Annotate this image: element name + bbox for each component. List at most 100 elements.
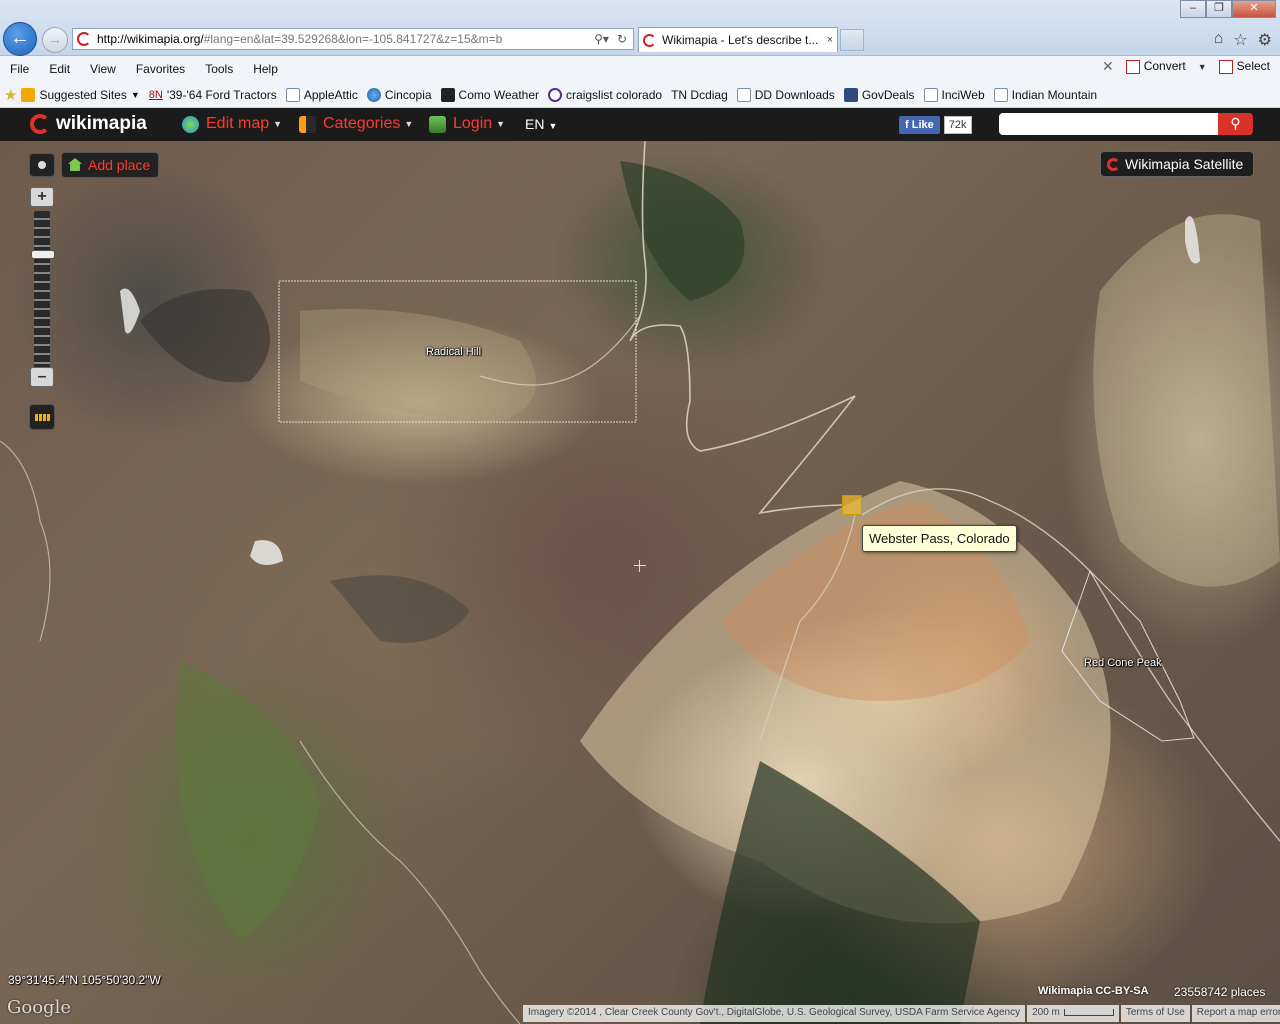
favorites-bar: ★ Suggested Sites ▼ 8N '39-'64 Ford Tracto… bbox=[0, 82, 1280, 108]
wikimapia-header: wikimapia Edit map ▼ Categories ▼ Login ▼ E… bbox=[0, 108, 1280, 141]
login-icon bbox=[429, 115, 446, 133]
restore-button[interactable]: ❐ bbox=[1206, 0, 1232, 18]
terms-of-use-link[interactable]: Terms of Use bbox=[1120, 1005, 1190, 1022]
menu-file[interactable]: File bbox=[0, 62, 39, 76]
fav-label: Suggested Sites bbox=[39, 87, 127, 102]
fav-inciweb[interactable]: InciWeb bbox=[923, 87, 985, 102]
map-overlay bbox=[0, 141, 1280, 1024]
search-button[interactable]: ⚲ bbox=[1218, 113, 1253, 135]
tab-close-icon[interactable]: × bbox=[827, 34, 833, 46]
google-logo[interactable]: Google bbox=[7, 997, 71, 1018]
wikimapia-logo[interactable]: wikimapia bbox=[30, 113, 147, 135]
hill-shape bbox=[300, 309, 536, 421]
close-toolbar-icon[interactable]: ✕ bbox=[1102, 58, 1114, 75]
language-label: EN bbox=[525, 116, 545, 132]
fav-ford-tractors[interactable]: 8N '39-'64 Ford Tractors bbox=[149, 88, 277, 102]
browser-titlebar: – ❐ ✕ ← → http://wikimapia.org/#lang=en&… bbox=[0, 0, 1280, 56]
new-tab-button[interactable] bbox=[840, 29, 864, 51]
categories-menu[interactable]: Categories ▼ bbox=[299, 115, 413, 133]
arrow-right-icon: → bbox=[48, 31, 62, 47]
url-host: http://wikimapia.org/ bbox=[97, 32, 204, 46]
zoom-slider-track[interactable] bbox=[34, 211, 50, 373]
zoom-control: + – bbox=[30, 187, 55, 391]
pdf-convert-icon bbox=[1125, 59, 1140, 74]
fav-suggested-sites[interactable]: Suggested Sites ▼ bbox=[21, 87, 140, 102]
zoom-out-button[interactable]: – bbox=[30, 367, 54, 387]
zoom-slider-handle[interactable] bbox=[31, 250, 55, 259]
license-text[interactable]: Wikimapia CC-BY-SA bbox=[1038, 985, 1149, 997]
arrow-left-icon: ← bbox=[10, 27, 30, 49]
webster-pass-marker[interactable] bbox=[842, 495, 862, 515]
bing-icon bbox=[21, 87, 36, 102]
fav-como-weather[interactable]: Como Weather bbox=[440, 87, 540, 102]
settings-gear-icon[interactable]: ⚙ bbox=[1258, 30, 1272, 50]
fav-tn-dcdiag[interactable]: TN Dcdiag bbox=[671, 88, 728, 102]
fav-label: DD Downloads bbox=[754, 87, 835, 102]
refresh-icon[interactable]: ↻ bbox=[617, 32, 627, 46]
convert-dropdown-icon[interactable]: ▼ bbox=[1198, 62, 1207, 72]
map-layer-label: Wikimapia Satellite bbox=[1125, 156, 1244, 172]
meadow-shape bbox=[176, 661, 320, 941]
edit-map-label: Edit map bbox=[206, 115, 270, 132]
place-label-red-cone-peak[interactable]: Red Cone Peak bbox=[1084, 657, 1162, 669]
fav-label: Como Weather bbox=[458, 87, 540, 102]
search-icon[interactable]: ⚲▾ bbox=[594, 32, 609, 46]
add-place-label: Add place bbox=[88, 157, 151, 173]
rock-outcrop-shape bbox=[140, 289, 270, 383]
attribution-bar: Imagery ©2014 , Clear Creek County Gov't… bbox=[523, 1005, 1280, 1022]
menu-tools[interactable]: Tools bbox=[195, 62, 243, 76]
ruler-button[interactable] bbox=[29, 404, 55, 430]
zoom-in-button[interactable]: + bbox=[30, 187, 54, 207]
weather-icon bbox=[440, 87, 455, 102]
menu-favorites[interactable]: Favorites bbox=[126, 62, 195, 76]
home-icon[interactable]: ⌂ bbox=[1214, 30, 1224, 50]
favorites-star-icon[interactable]: ★ bbox=[4, 86, 17, 104]
menu-help[interactable]: Help bbox=[243, 62, 288, 76]
fav-label: '39-'64 Ford Tractors bbox=[166, 87, 277, 102]
login-menu[interactable]: Login ▼ bbox=[429, 115, 505, 133]
facebook-like-button[interactable]: f Like bbox=[899, 116, 940, 134]
wikimapia-favicon-icon bbox=[643, 33, 656, 47]
fav-dd-downloads[interactable]: DD Downloads bbox=[736, 87, 835, 102]
menu-view[interactable]: View bbox=[80, 62, 126, 76]
forward-button[interactable]: → bbox=[42, 27, 68, 53]
report-map-error-link[interactable]: Report a map error bbox=[1191, 1005, 1280, 1022]
chevron-down-icon: ▼ bbox=[130, 89, 140, 100]
categories-label: Categories bbox=[323, 115, 401, 132]
back-button[interactable]: ← bbox=[3, 22, 37, 56]
address-bar[interactable]: http://wikimapia.org/#lang=en&lat=39.529… bbox=[72, 28, 634, 50]
cincopia-icon bbox=[366, 87, 381, 102]
place-label-radical-hill[interactable]: Radical Hill bbox=[426, 346, 481, 358]
fav-label: InciWeb bbox=[941, 87, 985, 102]
locate-me-button[interactable] bbox=[29, 153, 55, 177]
fav-label: GovDeals bbox=[861, 87, 915, 102]
edit-map-menu[interactable]: Edit map ▼ bbox=[182, 115, 282, 133]
close-window-button[interactable]: ✕ bbox=[1232, 0, 1276, 18]
menu-edit[interactable]: Edit bbox=[39, 62, 80, 76]
fav-craigslist[interactable]: craigslist colorado bbox=[548, 87, 662, 102]
house-add-icon bbox=[68, 158, 82, 171]
active-tab[interactable]: Wikimapia - Let's describe t... × bbox=[638, 27, 838, 52]
add-place-button[interactable]: Add place bbox=[61, 152, 160, 178]
cursor-coordinates: 39°31'45.4"N 105°50'30.2"W bbox=[8, 973, 161, 987]
select-button[interactable]: Select bbox=[1218, 59, 1270, 74]
language-select[interactable]: EN ▼ bbox=[525, 116, 557, 132]
convert-button[interactable]: Convert bbox=[1125, 59, 1186, 74]
fav-appleattic[interactable]: AppleAttic bbox=[285, 87, 358, 102]
search-input[interactable] bbox=[999, 113, 1219, 135]
chevron-down-icon: ▼ bbox=[273, 119, 283, 129]
fav-indian-mountain[interactable]: Indian Mountain bbox=[993, 87, 1097, 102]
minimize-button[interactable]: – bbox=[1180, 0, 1206, 18]
fav-govdeals[interactable]: GovDeals bbox=[843, 87, 915, 102]
places-count: 23558742 places bbox=[1174, 985, 1266, 999]
fav-cincopia[interactable]: Cincopia bbox=[366, 87, 432, 102]
url-text[interactable]: http://wikimapia.org/#lang=en&lat=39.529… bbox=[97, 32, 594, 46]
map-layer-button[interactable]: Wikimapia Satellite bbox=[1100, 151, 1255, 177]
facebook-icon: f bbox=[905, 119, 912, 131]
wikimapia-favicon-icon bbox=[77, 32, 91, 46]
favorites-star-icon[interactable]: ☆ bbox=[1233, 30, 1247, 50]
wikimapia-logo-icon bbox=[1107, 158, 1120, 171]
facebook-like[interactable]: f Like 72k bbox=[899, 115, 972, 135]
satellite-map[interactable]: Add place + – Wikimapia Satellite Radica… bbox=[0, 141, 1280, 1024]
page-icon bbox=[993, 87, 1008, 102]
